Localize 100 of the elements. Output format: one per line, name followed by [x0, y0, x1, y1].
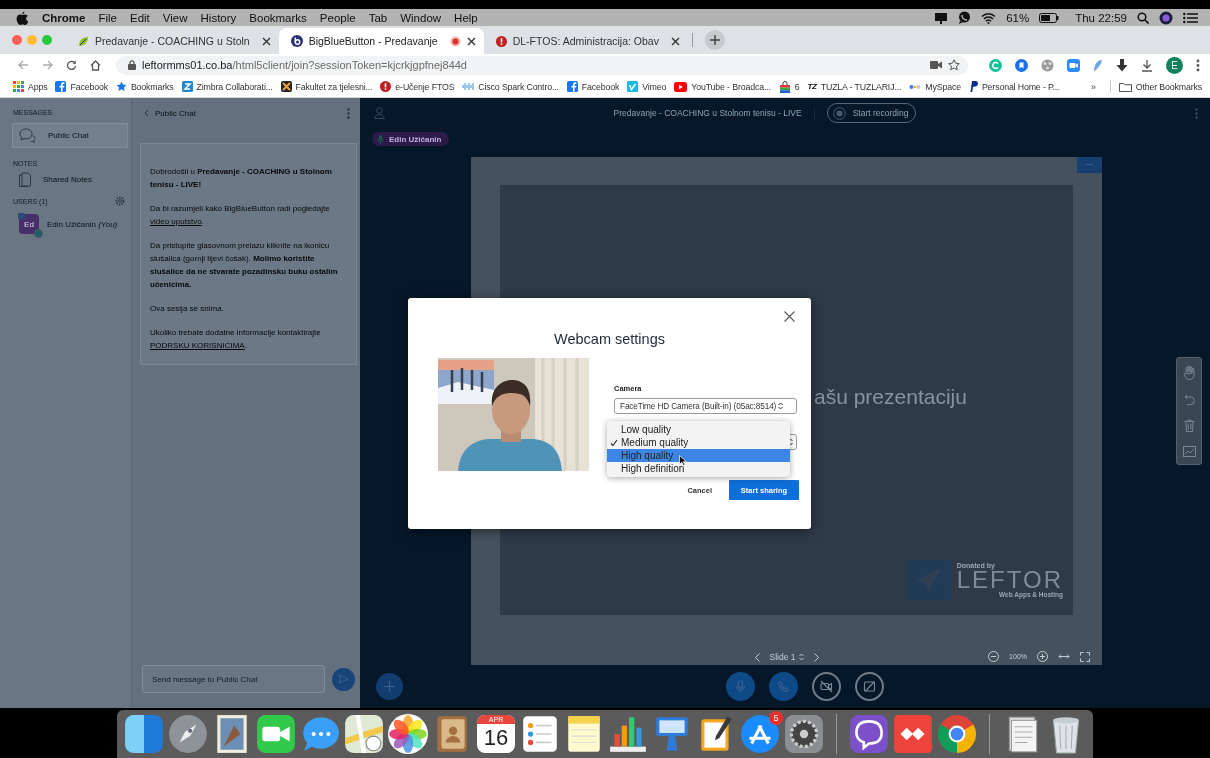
bookmark[interactable]: Facebook	[566, 81, 620, 92]
browser-tab[interactable]: DL-FTOS: Administracija: Obav	[483, 28, 688, 54]
profile-button[interactable]: E	[1166, 56, 1183, 74]
menu-item[interactable]: Chrome	[42, 11, 86, 24]
bookmark[interactable]: Fakultet za tjelesni...	[280, 81, 373, 92]
rocket-icon[interactable]	[167, 713, 209, 755]
orb-icon[interactable]	[1159, 10, 1173, 25]
zoom-in-icon[interactable]	[1037, 651, 1048, 662]
battery-icon[interactable]	[1039, 12, 1060, 23]
user-name[interactable]: Edin Užičanin (You)	[47, 219, 118, 229]
dots-icon	[909, 82, 922, 91]
video-chat-icon[interactable]	[1067, 58, 1080, 72]
feather-icon[interactable]	[1093, 58, 1103, 72]
split-square-icon[interactable]	[123, 713, 165, 755]
bookmark[interactable]: TZ TUZLA - TUZLARIJ...	[807, 81, 902, 92]
home-icon[interactable]	[90, 59, 101, 71]
notes-item[interactable]: Shared Notes	[0, 167, 131, 192]
diamonds-icon[interactable]	[892, 713, 934, 755]
wifi-icon[interactable]	[981, 11, 997, 24]
chat-item[interactable]: Public Chat	[12, 123, 128, 148]
slide-select[interactable]: Slide 1	[769, 652, 804, 662]
gear-icon[interactable]	[783, 713, 825, 755]
caret-icon	[778, 402, 784, 410]
new-tab-button[interactable]	[704, 30, 725, 50]
star-icon[interactable]	[948, 59, 960, 71]
menu-clock[interactable]: Thu 22:59	[1075, 11, 1127, 24]
display-icon[interactable]	[934, 11, 949, 24]
caret-icon	[798, 653, 804, 661]
reload-icon[interactable]	[66, 59, 77, 71]
download-arrow-icon[interactable]	[1116, 58, 1128, 72]
notification-count: 5	[769, 711, 783, 725]
fit-width-icon[interactable]	[1058, 653, 1070, 660]
close-icon[interactable]	[261, 36, 271, 46]
bookmark[interactable]: YouTube - Broadca...	[674, 81, 771, 92]
list-icon[interactable]	[1183, 11, 1198, 24]
menu-item[interactable]: Edit	[130, 11, 150, 24]
dropdown-option[interactable]: Medium quality	[607, 436, 790, 449]
bookmark[interactable]: Bookmarks	[115, 81, 174, 92]
flower-icon[interactable]	[387, 713, 429, 755]
kebab-icon[interactable]	[1196, 58, 1200, 72]
microphone-button[interactable]	[726, 672, 755, 701]
trash-icon[interactable]	[1183, 419, 1195, 433]
link[interactable]: PODRSKU KORISNICIMA	[150, 341, 245, 350]
video-camera-icon[interactable]	[930, 61, 942, 69]
menu-item[interactable]: Window	[400, 11, 442, 24]
menu-item[interactable]: Help	[454, 11, 478, 24]
fullscreen-icon[interactable]	[1080, 651, 1090, 662]
chat-title-button[interactable]: Public Chat	[144, 108, 196, 118]
zoom-out-icon[interactable]	[988, 651, 1000, 662]
menu-item[interactable]: View	[162, 11, 188, 24]
dropdown-option[interactable]: High definition	[607, 462, 790, 475]
address-field[interactable]: leftormms01.co.ba/html5client/join?sessionToken=kjcrkjgpfnej844d	[116, 55, 968, 75]
chevron-right-icon[interactable]	[813, 652, 819, 662]
message-field[interactable]: Send message to Public Chat	[142, 665, 326, 693]
bookmark[interactable]: e-Učenje FTOS	[380, 81, 455, 92]
bookmark[interactable]: 6	[778, 80, 800, 93]
apple-icon[interactable]	[16, 10, 29, 25]
dropdown-option[interactable]: Low quality	[607, 423, 790, 436]
screen-share-off-button[interactable]	[855, 672, 884, 701]
bookmark[interactable]: Other Bookmarks	[1118, 81, 1202, 92]
browser-tab[interactable]: BigBlueButton - Predavanje	[278, 28, 484, 54]
camera-select[interactable]: FaceTime HD Camera (Built-in) (05ac:8514)	[614, 398, 797, 414]
menu-item[interactable]: File	[98, 11, 117, 24]
chat-bubble-icon[interactable]	[958, 11, 972, 24]
bookmark[interactable]: Zimbra Collaborati...	[181, 81, 273, 92]
settings-icon[interactable]	[115, 196, 125, 206]
menu-item[interactable]: Tab	[368, 11, 388, 24]
download-icon[interactable]	[1141, 58, 1153, 72]
close-icon	[784, 311, 795, 322]
alert-icon	[380, 81, 392, 92]
pencils-circle-icon[interactable]	[739, 713, 781, 755]
bookmark-circle-icon[interactable]	[1015, 58, 1028, 72]
bookmark[interactable]: Facebook	[55, 81, 108, 92]
welcome-text: Da bi razumjeli kako BigBlueButton radi pogledajte video uputstvo.	[150, 203, 331, 228]
phone-button[interactable]	[769, 672, 798, 701]
bookmark[interactable]: Cisco Spark Contro...	[462, 81, 559, 92]
browser-tab[interactable]: Predavanje - COACHING u Stoln	[66, 28, 279, 54]
phone-bubble-icon[interactable]	[848, 713, 890, 755]
bookmark[interactable]: MySpace	[909, 81, 961, 92]
menu-item[interactable]: History	[200, 11, 237, 24]
line-chart-icon[interactable]	[1182, 446, 1196, 458]
overflow-button[interactable]: »	[1085, 81, 1102, 92]
menu-item[interactable]: Bookmarks	[249, 11, 307, 24]
ring-icon[interactable]	[936, 713, 978, 755]
bookmark[interactable]: Apps	[13, 81, 48, 92]
close-icon[interactable]	[466, 36, 476, 46]
map-icon[interactable]	[343, 713, 385, 755]
bookmark[interactable]: Vimeo	[627, 81, 667, 92]
video-camera-icon[interactable]	[255, 713, 297, 755]
video-off-button[interactable]	[812, 672, 841, 701]
chevron-left-icon[interactable]	[754, 652, 760, 662]
menu-item[interactable]: People	[319, 11, 356, 24]
undo-icon[interactable]	[1183, 393, 1195, 406]
bookmark-label: Bookmarks	[130, 81, 174, 92]
film-reel-icon[interactable]	[1041, 58, 1054, 72]
search-icon[interactable]	[1137, 11, 1149, 24]
circle-icon	[290, 35, 303, 47]
talking-indicator[interactable]: Edin Užičanin	[372, 132, 450, 146]
actions-button[interactable]	[376, 673, 403, 700]
close-icon[interactable]	[670, 36, 680, 46]
